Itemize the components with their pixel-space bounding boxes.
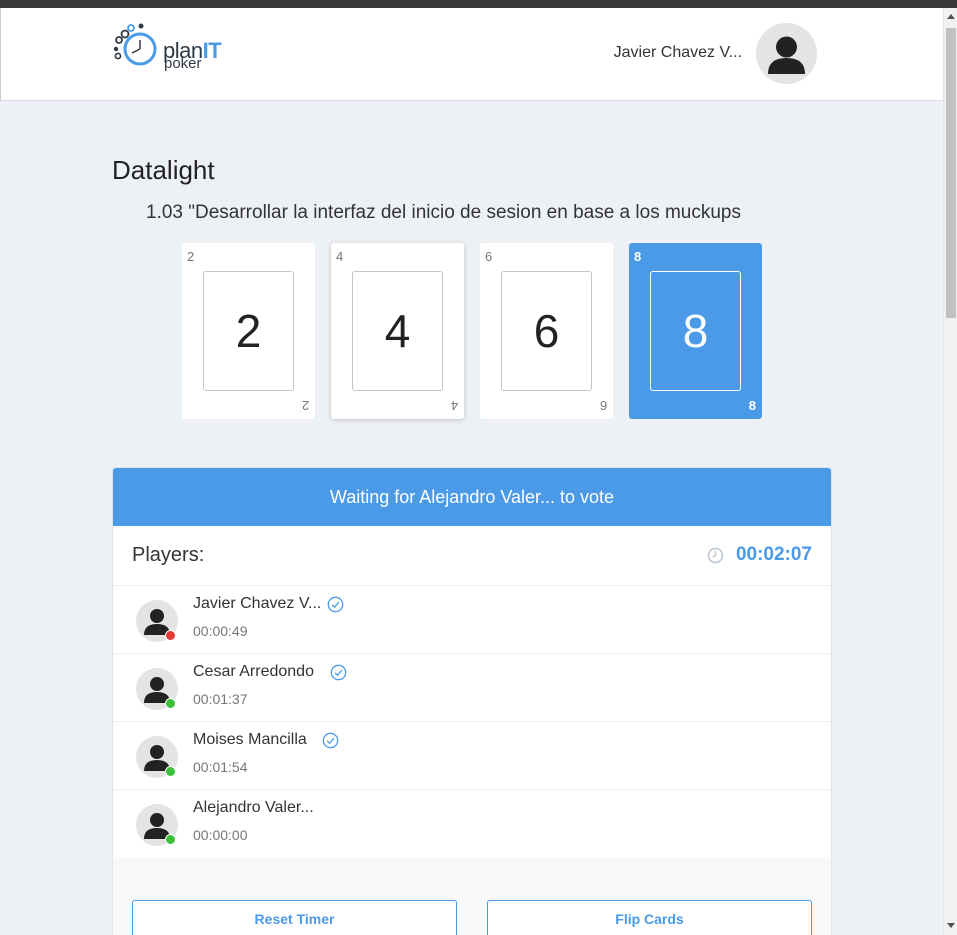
card-face: 6 [501,271,592,391]
scroll-thumb[interactable] [946,28,956,318]
player-name: Moises Mancilla [193,731,307,748]
user-avatar-icon [768,36,805,74]
player-vote-time: 00:00:00 [193,827,248,843]
scroll-down-arrow-icon[interactable] [947,923,955,928]
player-vote-time: 00:00:49 [193,623,248,639]
status-dot-online [165,698,176,709]
current-story-title: 1.03 "Desarrollar la interfaz del inicio… [146,202,742,223]
vote-card-4[interactable]: 4 4 4 [331,243,464,419]
vote-card-8-selected[interactable]: 8 8 8 [629,243,762,419]
voted-check-icon [322,732,339,749]
card-corner-top: 8 [634,249,642,264]
scroll-up-arrow-icon[interactable] [947,14,955,19]
voted-check-icon [327,596,344,613]
clock-icon [707,547,724,564]
card-corner-bottom: 8 [748,398,756,413]
vote-card-2[interactable]: 2 2 2 [182,243,315,419]
user-avatar[interactable] [756,23,817,84]
status-dot-offline [165,630,176,641]
player-row: Cesar Arredondo 00:01:37 [113,654,831,722]
card-corner-top: 4 [336,249,344,264]
voted-check-icon [330,664,347,681]
voting-status-banner: Waiting for Alejandro Valer... to vote [113,468,831,526]
current-user-name[interactable]: Javier Chavez V... [614,44,742,62]
player-row: Javier Chavez V... 00:00:49 [113,586,831,654]
player-row: Alejandro Valer... 00:00:00 [113,790,831,858]
flip-cards-button[interactable]: Flip Cards [487,900,812,935]
card-face: 4 [352,271,443,391]
player-name: Javier Chavez V... [193,595,322,612]
player-vote-time: 00:01:54 [193,759,248,775]
card-corner-bottom: 2 [301,398,309,413]
players-label: Players: [132,544,205,566]
card-corner-top: 6 [485,249,493,264]
round-timer: 00:02:07 [735,544,812,565]
player-row: Moises Mancilla 00:01:54 [113,722,831,790]
card-corner-top: 2 [187,249,195,264]
vote-card-6[interactable]: 6 6 6 [480,243,613,419]
card-corner-bottom: 4 [450,398,458,413]
card-corner-bottom: 6 [599,398,607,413]
status-dot-online [165,834,176,845]
player-name: Cesar Arredondo [193,663,314,680]
card-face: 8 [650,271,741,391]
status-dot-online [165,766,176,777]
player-name: Alejandro Valer... [193,799,314,816]
player-vote-time: 00:01:37 [193,691,248,707]
reset-timer-button[interactable]: Reset Timer [132,900,457,935]
room-title: Datalight [112,155,215,185]
browser-top-strip [0,0,957,8]
page-scrollbar[interactable] [943,8,957,935]
card-face: 2 [203,271,294,391]
clock-logo-icon [113,23,157,66]
players-header: Players: 00:02:07 [113,526,831,586]
logo-wordmark-poker: poker [164,55,202,72]
